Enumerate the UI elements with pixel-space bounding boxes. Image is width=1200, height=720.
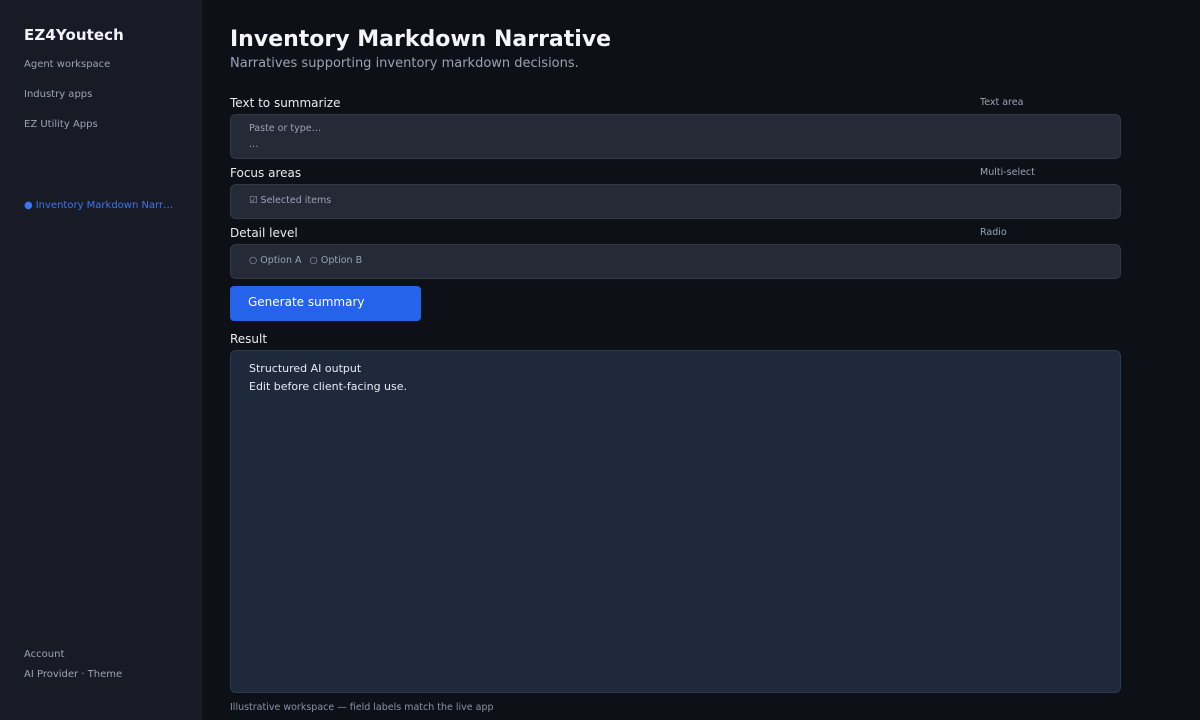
generate-summary-button[interactable]: Generate summary (230, 286, 421, 321)
detail-level-label: Detail level (230, 226, 298, 240)
focus-areas-multiselect[interactable]: ☑ Selected items (230, 184, 1121, 219)
sidebar: EZ4Youtech Agent workspace Industry apps… (0, 0, 202, 720)
text-input-placeholder: Paste or type… (249, 123, 322, 134)
text-to-summarize-input[interactable]: Paste or type… … (230, 114, 1121, 159)
account-link[interactable]: Account (24, 649, 64, 660)
text-area-type-hint: Text area (980, 97, 1024, 108)
footer-note: Illustrative workspace — field labels ma… (230, 702, 494, 713)
page-title: Inventory Markdown Narrative (230, 27, 612, 52)
radio-type-hint: Radio (980, 227, 1007, 238)
result-output: Structured AI output Edit before client-… (230, 350, 1121, 693)
sidebar-item-utility-apps[interactable]: EZ Utility Apps (24, 119, 98, 130)
brand-logo: EZ4Youtech (24, 26, 124, 44)
active-dot-icon: ● (24, 200, 33, 211)
sidebar-item-industry-apps[interactable]: Industry apps (24, 89, 92, 100)
result-label: Result (230, 332, 268, 346)
page-subtitle: Narratives supporting inventory markdown… (230, 56, 579, 71)
radio-option-b[interactable]: ○ Option B (310, 255, 363, 266)
provider-theme-link[interactable]: AI Provider · Theme (24, 669, 122, 680)
text-input-placeholder-ellipsis: … (249, 139, 259, 150)
sidebar-item-agent-workspace[interactable]: Agent workspace (24, 59, 110, 70)
detail-level-radio-group: ○ Option A ○ Option B (230, 244, 1121, 279)
radio-option-a[interactable]: ○ Option A (249, 255, 302, 266)
radio-options: ○ Option A ○ Option B (249, 255, 370, 266)
result-line-1: Structured AI output (249, 362, 362, 375)
result-line-2: Edit before client-facing use. (249, 380, 408, 393)
sidebar-item-inventory-markdown-narrative[interactable]: ● Inventory Markdown Narrative (24, 200, 174, 211)
multi-select-type-hint: Multi-select (980, 167, 1035, 178)
text-to-summarize-label: Text to summarize (230, 96, 341, 110)
focus-areas-label: Focus areas (230, 166, 302, 180)
sidebar-item-label: Inventory Markdown Narrative (35, 200, 174, 211)
multiselect-value: ☑ Selected items (249, 195, 332, 206)
